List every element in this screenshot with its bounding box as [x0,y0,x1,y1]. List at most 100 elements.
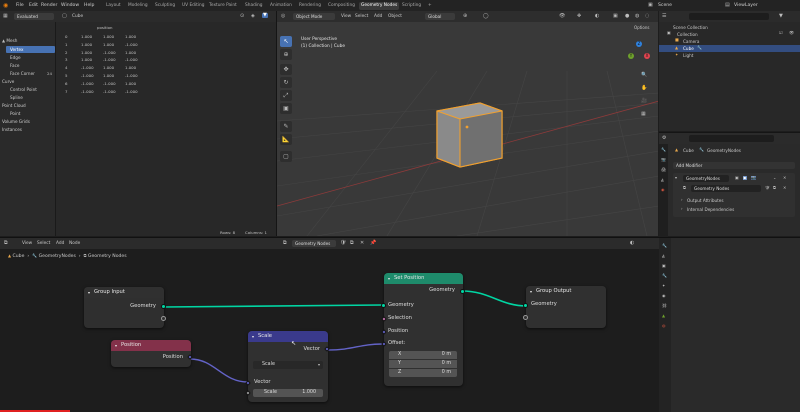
world-tab-icon[interactable]: ◉ [661,188,665,192]
unlink-icon[interactable]: ✕ [783,186,786,190]
workspace-tab-layout[interactable]: Layout [104,2,123,10]
tree-item-edge[interactable]: Edge [10,55,21,60]
tree-item-vertex[interactable]: Vertex [6,46,55,53]
physics-tab-icon[interactable]: ◉ [662,294,666,298]
tree-item-curve[interactable]: Curve [2,79,14,84]
pan-hand-icon[interactable]: ✋ [641,86,647,91]
tree-item-volume-grids[interactable]: Volume Grids [2,119,30,124]
annotate-tool-button[interactable]: ✎ [280,121,292,132]
collapse-chevron-icon[interactable]: ▾ [388,273,390,284]
workspace-tab-animation[interactable]: Animation [268,2,294,10]
solid-shading-icon[interactable]: ● [625,14,629,19]
visibility-eye-icon[interactable]: 👁 [789,31,794,35]
column-header-position[interactable]: position [97,25,112,30]
transform-tool-button[interactable]: ▣ [280,103,292,114]
set-position-header[interactable]: ▾ Set Position [384,273,463,284]
data-tab-icon[interactable]: ▲ [662,314,665,318]
tree-item-mesh[interactable]: ▲ Mesh [2,38,17,43]
group-input-header[interactable]: ▾ Group Input [84,287,164,298]
workspace-tab-scripting[interactable]: Scripting [400,2,423,10]
filter-icon[interactable]: ▼ [779,14,783,19]
realtime-icon[interactable]: ▣ [743,176,747,180]
visibility-icon[interactable]: 👁 [559,14,565,19]
editmode-icon[interactable]: ▣ [735,176,739,180]
exclude-checkbox-icon[interactable]: ☑ [779,31,783,35]
modifier-dropdown-icon[interactable]: ⌄ [773,176,776,180]
proportional-edit-icon[interactable]: ◯ [483,14,489,19]
offset-y-field[interactable]: Y 0 m [389,360,457,368]
node-group-field[interactable]: Geometry Nodes [691,185,761,192]
output-tab-icon[interactable]: 🖨 [661,168,666,172]
workspace-tab-texture-paint[interactable]: Texture Paint [207,2,239,10]
tree-item-control-point[interactable]: Control Point [10,87,37,92]
group-output-node[interactable]: ▾ Group Output Geometry [523,286,606,328]
collapse-chevron-icon[interactable]: ▾ [530,286,532,297]
snap-icon[interactable]: ⊕ [463,14,467,19]
select-tool-button[interactable]: ↖ [280,36,292,47]
menu-file[interactable]: File [16,0,24,11]
set-position-geometry-output-socket[interactable] [460,289,465,294]
render-tab-icon[interactable]: 📷 [661,158,666,162]
group-output-empty-socket[interactable] [523,315,528,320]
position-node[interactable]: ▾ Position Position [111,340,193,367]
transform-orientation-select[interactable]: Global [425,13,455,20]
viewport-menu-view[interactable]: View [341,14,351,19]
editor-type-icon[interactable]: ◎ [281,14,285,19]
outliner-editor-icon[interactable]: ☰ [662,14,666,19]
workspace-tab-geometry-nodes[interactable]: Geometry Nodes [359,1,400,10]
tree-item-point[interactable]: Point [10,111,20,116]
tool-tab-icon[interactable]: 🔧 [662,244,667,248]
add-modifier-button[interactable]: Add Modifier [673,162,795,169]
workspace-tab-uv-editing[interactable]: UV Editing [180,2,206,10]
close-icon[interactable]: ✕ [783,176,786,180]
ortho-toggle-icon[interactable]: ▦ [641,112,646,117]
workspace-tab-rendering[interactable]: Rendering [297,2,323,10]
group-input-node[interactable]: ▾ Group Input Geometry [84,287,166,328]
new-copy-icon[interactable]: ⧉ [773,186,776,190]
scene-tab-icon[interactable]: ◭ [662,254,665,258]
evaluation-mode-select[interactable]: Evaluated [14,13,54,20]
rendered-shading-icon[interactable]: ◌ [645,14,649,19]
set-position-node[interactable]: ▾ Set Position Geometry Geometry Selectio… [381,273,465,386]
group-output-header[interactable]: ▾ Group Output [526,286,606,297]
viewport-menu-object[interactable]: Object [388,14,402,19]
modifier-tab-icon[interactable]: 🔧 [662,274,667,278]
scene-tab-icon[interactable]: ◭ [661,178,664,182]
workspace-tab-modeling[interactable]: Modeling [126,2,150,10]
selected-only-icon[interactable]: ◈ [251,14,255,19]
add-workspace-button[interactable]: + [426,2,434,10]
properties-editor-icon[interactable]: ⚙ [662,136,666,141]
operation-select[interactable]: Scale ▾ [253,361,323,369]
tool-tab-icon[interactable]: 🔧 [661,148,666,152]
group-output-geometry-socket[interactable] [523,303,528,308]
tree-item-face[interactable]: Face [10,63,19,68]
outliner-item-light[interactable]: Light [683,53,693,58]
viewport-options[interactable]: Options [634,25,649,30]
spreadsheet-editor-icon[interactable]: ▦ [3,14,8,19]
blender-logo-icon[interactable]: ◉ [3,3,8,9]
internal-dependencies-section[interactable]: Internal Dependencies [687,207,734,212]
pin-icon[interactable]: ⊙ [240,14,244,19]
object-mode-select[interactable]: Object Mode [293,13,335,20]
modifier-name-field[interactable]: GeometryNodes [683,175,729,182]
collapse-chevron-icon[interactable]: ▾ [88,287,90,298]
camera-view-icon[interactable]: 🎥 [641,99,647,104]
xray-icon[interactable]: ▣ [613,14,618,19]
group-input-empty-socket[interactable] [161,316,166,321]
view-layer-name[interactable]: ViewLayer [734,0,758,11]
constraints-tab-icon[interactable]: ⛓ [662,304,667,308]
outliner-item-camera[interactable]: Camera [683,39,699,44]
3d-viewport[interactable]: ◎ Object Mode View Select Add Object Glo… [276,11,658,236]
output-attributes-section[interactable]: Output Attributes [687,198,724,203]
expand-chevron-icon[interactable]: › [681,198,683,202]
tree-item-point-cloud[interactable]: Point Cloud [2,103,26,108]
scene-collection-label[interactable]: Scene Collection [673,25,708,30]
filter-icon[interactable]: ▼ [262,13,268,18]
properties-search[interactable] [689,135,774,142]
rotate-tool-button[interactable]: ↻ [280,77,292,88]
render-icon[interactable]: 📷 [751,176,756,180]
outliner-item-cube[interactable]: Cube [683,46,694,51]
overlay-icon[interactable]: ◐ [595,14,599,19]
scale-header[interactable]: ▾ Scale [248,331,328,342]
zoom-icon[interactable]: 🔍 [641,73,647,78]
